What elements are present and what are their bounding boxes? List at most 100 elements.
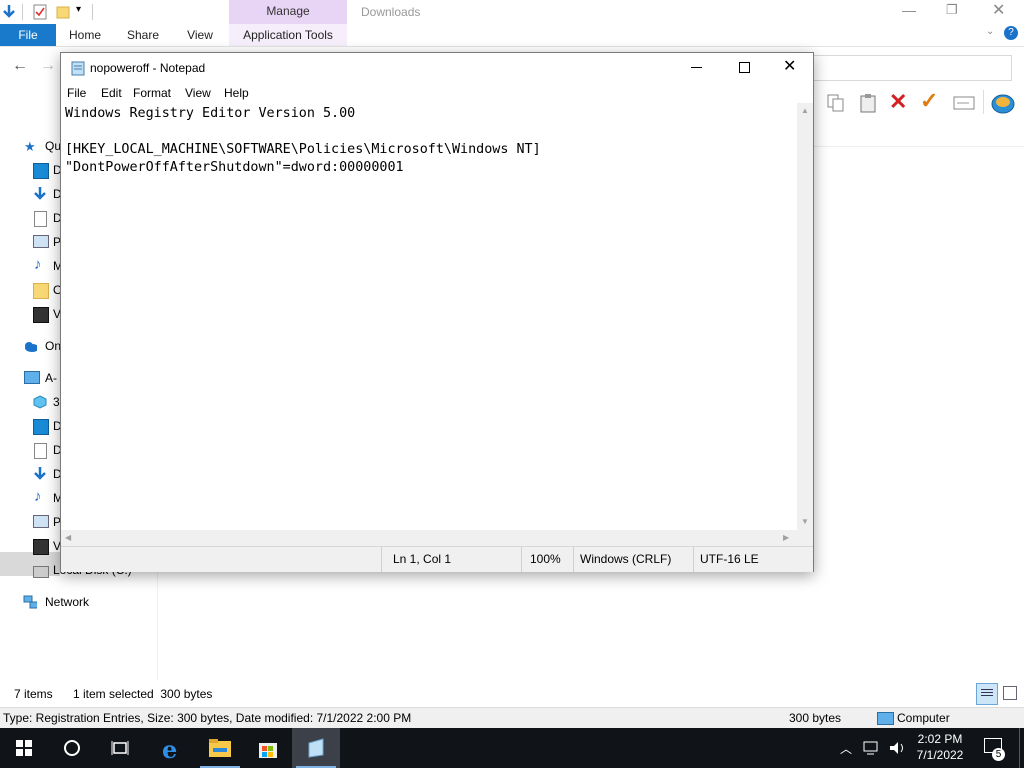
search-box[interactable] — [812, 55, 1012, 81]
computer-icon — [24, 371, 40, 384]
file-explorer-taskbar-button[interactable] — [196, 728, 244, 768]
nav-item-label: Network — [45, 595, 90, 609]
onedrive-icon — [25, 342, 37, 352]
text-line: "DontPowerOffAfterShutdown"=dword:000000… — [65, 160, 404, 175]
maximize-icon[interactable] — [739, 62, 750, 73]
properties-icon[interactable] — [33, 4, 47, 20]
delete-icon[interactable]: ✕ — [889, 89, 907, 115]
tab-application-tools[interactable]: Application Tools — [229, 24, 347, 46]
nav-item-network[interactable]: Network — [0, 590, 157, 614]
restore-icon[interactable]: ❐ — [946, 2, 958, 18]
edge-icon: e — [162, 735, 178, 764]
help-icon[interactable]: ? — [1004, 26, 1018, 40]
tab-share[interactable]: Share — [120, 24, 166, 46]
cursor-position: Ln 1, Col 1 — [381, 547, 521, 572]
close-icon[interactable]: ✕ — [992, 0, 1005, 20]
explorer-window-title: Downloads — [361, 5, 421, 19]
qat-dropdown-icon[interactable]: ▾ — [76, 4, 81, 15]
scroll-left-icon[interactable]: ◀ — [65, 533, 71, 542]
clock[interactable]: 2:02 PM 7/1/2022 — [912, 731, 968, 763]
horizontal-scrollbar[interactable]: ◀ ▶ — [61, 530, 797, 546]
encoding: UTF-16 LE — [693, 547, 813, 572]
menu-edit[interactable]: Edit — [101, 83, 122, 103]
notepad-app-icon — [71, 61, 85, 76]
file-size: 300 bytes — [789, 711, 842, 725]
tab-view[interactable]: View — [178, 24, 222, 46]
show-desktop-button[interactable] — [1019, 728, 1020, 768]
line-ending: Windows (CRLF) — [573, 547, 693, 572]
checkmark-icon[interactable]: ✓ — [920, 88, 938, 114]
volume-icon[interactable] — [888, 740, 906, 756]
task-view-button[interactable] — [96, 728, 144, 768]
videos-icon — [33, 539, 49, 555]
notepad-taskbar-button[interactable] — [292, 728, 340, 768]
windows-logo-icon — [16, 740, 32, 756]
qat-divider — [92, 4, 93, 20]
minimize-icon[interactable]: — — [902, 2, 916, 18]
music-icon: ♪ — [34, 488, 42, 505]
menu-help[interactable]: Help — [224, 83, 249, 103]
shell-icon[interactable] — [990, 91, 1016, 115]
downloads-icon — [34, 467, 46, 480]
file-explorer-icon — [209, 739, 231, 757]
close-icon[interactable]: ✕ — [783, 56, 796, 76]
location-label: Computer — [897, 711, 950, 725]
pictures-icon — [33, 235, 49, 248]
music-icon: ♪ — [34, 256, 42, 273]
scroll-down-icon[interactable]: ▼ — [801, 517, 809, 526]
forward-arrow-icon[interactable]: → — [40, 57, 56, 75]
explorer-titlebar: ▾ Manage Downloads — ❐ ✕ — [0, 0, 1024, 24]
documents-icon — [34, 211, 47, 227]
new-folder-icon[interactable] — [56, 5, 70, 19]
store-taskbar-button[interactable] — [244, 728, 292, 768]
clock-time: 2:02 PM — [917, 732, 963, 746]
taskbar: e ︿ 2:02 PM 7/1/2022 5 — [0, 728, 1024, 768]
show-hidden-icons-icon[interactable]: ︿ — [840, 740, 852, 757]
search-icon — [64, 740, 80, 756]
details-view-icon[interactable] — [976, 683, 998, 705]
download-arrow-icon[interactable] — [2, 4, 16, 20]
menu-format[interactable]: Format — [133, 83, 171, 103]
ribbon-collapse-icon[interactable]: ⌄ — [986, 26, 994, 37]
store-icon — [259, 743, 277, 758]
ribbon-tabs: File Home Share View Application Tools ⌄… — [0, 24, 1024, 47]
search-button[interactable] — [48, 728, 96, 768]
large-icons-view-icon[interactable] — [1003, 686, 1017, 700]
back-arrow-icon[interactable]: ← — [12, 57, 28, 75]
clock-date: 7/1/2022 — [916, 748, 964, 762]
manage-context-tab[interactable]: Manage — [229, 0, 347, 24]
downloads-icon — [34, 187, 46, 200]
desktop-icon — [33, 163, 49, 179]
nav-item-label: On — [45, 339, 62, 353]
network-icon[interactable] — [863, 740, 881, 756]
star-icon: ★ — [24, 139, 36, 154]
scroll-right-icon[interactable]: ▶ — [783, 533, 789, 542]
nav-item-label: 3 — [53, 395, 60, 409]
vertical-scrollbar[interactable]: ▲ ▼ — [797, 103, 813, 530]
scroll-up-icon[interactable]: ▲ — [801, 106, 809, 115]
paste-icon[interactable] — [858, 93, 878, 113]
folder-icon — [33, 283, 49, 299]
content-divider — [812, 146, 1024, 147]
qat-divider — [22, 4, 23, 20]
videos-icon — [33, 307, 49, 323]
drive-icon — [33, 566, 49, 578]
text-line: Windows Registry Editor Version 5.00 — [65, 106, 356, 121]
edge-taskbar-button[interactable]: e — [148, 728, 196, 768]
nav-item-label: A- — [45, 371, 57, 385]
toolbar-divider — [983, 90, 984, 114]
menu-view[interactable]: View — [185, 83, 211, 103]
tab-file[interactable]: File — [0, 24, 56, 46]
notepad-menubar: File Edit Format View Help — [61, 83, 813, 103]
rename-icon[interactable] — [953, 95, 975, 111]
minimize-icon[interactable] — [691, 67, 702, 68]
copy-icon[interactable] — [826, 93, 846, 113]
notepad-titlebar[interactable]: nopoweroff - Notepad ✕ — [61, 53, 813, 83]
desktop-icon — [33, 419, 49, 435]
notepad-text-area[interactable]: Windows Registry Editor Version 5.00 [HK… — [61, 103, 797, 530]
start-button[interactable] — [0, 728, 48, 768]
tab-home[interactable]: Home — [62, 24, 108, 46]
documents-icon — [34, 443, 47, 459]
menu-file[interactable]: File — [67, 83, 86, 103]
nav-item-label: Qu — [45, 139, 62, 153]
